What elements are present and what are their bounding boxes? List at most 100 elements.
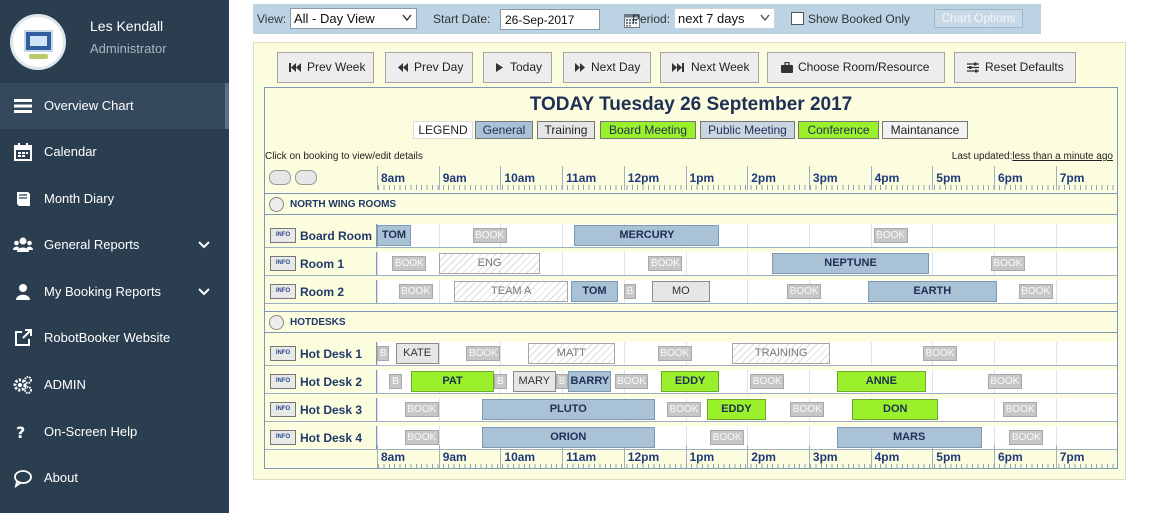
next-day-button[interactable]: Next Day [563,52,651,83]
last-updated-value[interactable]: less than a minute ago [1012,151,1113,162]
period-select[interactable]: next 7 days [674,8,775,29]
room-name[interactable]: Hot Desk 4 [300,431,362,445]
book-slot-button[interactable]: BOOK [666,402,701,417]
sidebar-item-robotbooker-website[interactable]: RobotBooker Website [0,315,229,361]
sidebar-item-admin[interactable]: ADMIN [0,362,229,408]
book-slot-button[interactable]: BOOK [790,402,825,417]
today-button[interactable]: Today [483,52,552,83]
section-header[interactable]: NORTH WING ROOMS [265,193,1117,215]
room-track[interactable]: BOOK ENG BOOK NEPTUNE BOOK [377,252,1117,275]
booking-block[interactable]: EDDY [707,399,766,420]
booking-block[interactable]: MARY [512,371,556,392]
sidebar-item-general-reports[interactable]: General Reports [0,222,229,268]
booking-block[interactable]: NEPTUNE [771,253,930,274]
room-track[interactable]: B PAT B MARY B BARRY BOOK EDDY BOOK ANNE BOOK [377,370,1117,393]
booking-block[interactable]: TEAM A [454,281,569,302]
sidebar-item-calendar[interactable]: Calendar [0,129,229,175]
book-slot-button[interactable]: BOOK [1018,284,1053,299]
info-icon[interactable]: INFO [270,228,296,243]
sidebar-item-on-screen-help[interactable]: ? On-Screen Help [0,409,229,455]
book-slot-button[interactable]: BOOK [398,284,433,299]
book-slot-button[interactable]: BOOK [614,374,649,389]
book-slot-button[interactable]: BOOK [990,256,1025,271]
book-slot-button[interactable]: BOOK [923,346,957,361]
book-slot-button[interactable]: BOOK [648,256,683,271]
info-icon[interactable]: INFO [270,284,296,299]
room-name-cell: INFO Room 2 [265,280,377,303]
book-slot-button[interactable]: BOOK [1003,402,1038,417]
sidebar-item-month-diary[interactable]: Month Diary [0,176,229,222]
booking-block[interactable]: TRAINING [731,343,831,364]
book-slot-button[interactable]: B [389,374,402,389]
room-name[interactable]: Board Room [300,229,372,243]
room-name[interactable]: Hot Desk 1 [300,347,362,361]
booking-block[interactable]: MO [651,281,711,302]
collapse-all-icon[interactable] [295,170,317,185]
booking-block[interactable]: MATT [528,343,615,364]
reset-defaults-button[interactable]: Reset Defaults [954,52,1076,83]
booking-block[interactable]: PLUTO [481,399,655,420]
sidebar-item-my-booking-reports[interactable]: My Booking Reports [0,269,229,315]
chevron-down-icon[interactable] [197,285,211,299]
booking-block[interactable]: EARTH [867,281,998,302]
book-slot-button[interactable]: B [555,374,569,389]
prev-day-button[interactable]: Prev Day [385,52,473,83]
collapse-section-icon[interactable] [269,315,284,330]
chevron-down-icon[interactable] [197,238,211,252]
view-select[interactable]: All - Day View [290,8,417,29]
prev-week-button[interactable]: Prev Week [277,52,374,83]
booking-block[interactable]: TOM [571,281,618,302]
book-slot-button[interactable]: BOOK [1009,430,1044,445]
next-week-button[interactable]: Next Week [660,52,759,83]
info-icon[interactable]: INFO [270,346,296,361]
booking-block[interactable]: ENG [438,253,541,274]
expand-all-icon[interactable] [269,170,291,185]
book-slot-button[interactable]: BOOK [392,256,427,271]
book-slot-button[interactable]: BOOK [404,402,439,417]
book-slot-button[interactable]: BOOK [466,346,501,361]
choose-room-button[interactable]: Choose Room/Resource [767,52,945,83]
booking-block[interactable]: PAT [410,371,495,392]
book-slot-button[interactable]: B [623,284,637,299]
show-booked-checkbox[interactable] [791,12,804,25]
room-row: INFO Hot Desk 2 B PAT B MARY B BARRY BOOK EDDY BOO… [265,370,1117,394]
book-slot-button[interactable]: BOOK [873,228,908,243]
info-icon[interactable]: INFO [270,402,296,417]
room-track[interactable]: TOM BOOK MERCURY BOOK [377,224,1117,247]
chart-options-button[interactable]: Chart Options [934,9,1023,28]
room-name[interactable]: Room 1 [300,257,344,271]
room-track[interactable]: BOOK PLUTO BOOK EDDY BOOK DON BOOK [377,398,1117,421]
book-slot-button[interactable]: BOOK [472,228,507,243]
book-slot-button[interactable]: B [377,346,390,361]
room-name[interactable]: Hot Desk 3 [300,403,362,417]
book-slot-button[interactable]: BOOK [710,430,745,445]
room-name[interactable]: Room 2 [300,285,344,299]
book-slot-button[interactable]: BOOK [987,374,1022,389]
booking-block[interactable]: EDDY [660,371,720,392]
room-track[interactable]: B KATE BOOK MATT BOOK TRAINING BOOK [377,342,1117,365]
book-slot-button[interactable]: BOOK [657,346,692,361]
room-track[interactable]: BOOK TEAM A TOM B MO BOOK EARTH BOOK [377,280,1117,303]
sidebar-item-about[interactable]: About [0,455,229,501]
booking-block[interactable]: DON [852,399,939,420]
booking-block[interactable]: MERCURY [574,225,720,246]
book-slot-button[interactable]: BOOK [404,430,439,445]
booking-block[interactable]: TOM [377,225,411,246]
user-icon [16,284,30,300]
start-date-input[interactable]: 26-Sep-2017 [500,9,600,30]
booking-block[interactable]: ANNE [836,371,927,392]
collapse-section-icon[interactable] [269,197,284,212]
legend-title: LEGEND [413,121,473,139]
info-icon[interactable]: INFO [270,256,296,271]
info-icon[interactable]: INFO [270,374,296,389]
booking-block[interactable]: KATE [395,343,439,364]
book-slot-button[interactable]: B [494,374,507,389]
hour-label: 11am [566,171,597,185]
book-slot-button[interactable]: BOOK [787,284,822,299]
room-name[interactable]: Hot Desk 2 [300,375,362,389]
book-slot-button[interactable]: BOOK [750,374,785,389]
info-icon[interactable]: INFO [270,430,296,445]
section-header[interactable]: HOTDESKS [265,311,1117,333]
sidebar-item-overview-chart[interactable]: Overview Chart [0,83,229,129]
booking-block[interactable]: BARRY [568,371,612,392]
